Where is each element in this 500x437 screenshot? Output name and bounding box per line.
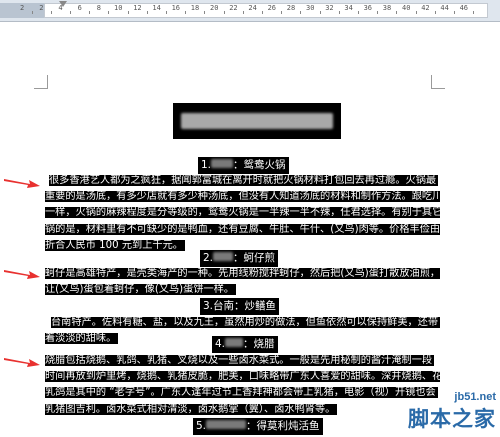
ruler-tick-label: 2 — [39, 4, 44, 12]
ruler-tick-mark — [223, 11, 225, 14]
ruler-tick-label: 38 — [382, 4, 392, 12]
ruler-tick-label: 28 — [286, 4, 296, 12]
paragraph-4[interactable]: 烧腊包括烧鹅、乳鸽、乳猪、叉烧以及一些卤水菜式。一般是先用秘制的酱汁淹制一段 时… — [45, 353, 440, 418]
ruler-tick-label: 32 — [325, 4, 334, 12]
ruler-tick-mark — [242, 11, 244, 14]
ruler-tick-label: 34 — [344, 4, 353, 12]
paragraph-2[interactable]: 蚵仔是高雄特产，是壳类海产的一种。先用线粉搅拌蚵仔，然后把(又鸟)蛋打散放油煎，… — [45, 266, 440, 298]
ruler-tick-mark — [127, 11, 129, 14]
ruler-tick-label: 18 — [190, 4, 200, 12]
horizontal-ruler[interactable]: 2 2 4 6 8 10 12 14 16 18 20 22 24 26 28 30 32 34 36 38 40 42 4… — [0, 0, 500, 22]
ruler-tick-mark — [434, 11, 436, 14]
ruler-tick-mark — [89, 11, 91, 14]
blurred-text — [225, 338, 244, 347]
watermark-name: 脚本之家 — [408, 407, 496, 431]
blurred-title-text — [181, 113, 333, 129]
ruler-tick-label: 36 — [363, 4, 373, 12]
paragraph-line: 烧腊包括烧鹅、乳鸽、乳猪、叉烧以及一些卤水菜式。一般是先用秘制的酱汁淹制一段 — [45, 355, 435, 366]
blurred-text — [213, 252, 234, 261]
ruler-tick-mark — [281, 11, 283, 14]
ruler-tick-mark — [319, 11, 321, 14]
paragraph-line: 一样，火锅的麻辣程度是分等级的，鸳鸯火锅是一半辣一半不辣，任君选择。有别于其它火 — [45, 207, 440, 219]
paragraph-line: 很多香港艺人都为之疯狂，据闻郭富城在离开时就把火锅材料打包回去再过瘾。火锅最 — [49, 175, 439, 186]
ruler-tick-label: 40 — [402, 4, 411, 12]
paragraph-line: 重要的是汤底，有多少店就有多少种汤底，但没有人知道汤底的材料和制作方法。跟吃川菜 — [45, 191, 440, 203]
ruler-tick-mark — [377, 11, 379, 14]
section-heading-4[interactable]: 4. ：烧腊 — [212, 336, 278, 353]
section-heading-3[interactable]: 3.台南：炒鳝鱼 — [200, 298, 280, 315]
ruler-tick-label: 14 — [152, 4, 161, 12]
blurred-text — [211, 159, 234, 168]
ruler-tick-mark — [50, 11, 52, 14]
ruler-tick-mark — [396, 11, 398, 14]
ruler-tick-label: 8 — [96, 4, 102, 12]
ruler-tick-label: 42 — [421, 4, 430, 12]
ruler-tick-label: 44 — [440, 4, 449, 12]
ruler-tick-mark — [338, 11, 340, 14]
section-heading-5[interactable]: 5. ：得莫利炖活鱼 — [193, 418, 323, 435]
ruler-tick-label: 16 — [171, 4, 181, 12]
margin-corner-top-left — [34, 75, 48, 89]
paragraph-1[interactable]: 很多香港艺人都为之疯狂，据闻郭富城在离开时就把火锅材料打包回去再过瘾。火锅最 重… — [45, 173, 440, 254]
ruler-tick-mark — [146, 11, 148, 14]
ruler-tick-label: 24 — [248, 4, 257, 12]
red-arrow-icon — [2, 174, 42, 188]
ruler-tick-mark — [262, 11, 263, 14]
document-title[interactable] — [173, 103, 341, 139]
paragraph-line: 台南特产。佐料有糖、盐，以及九王，虽然用炒的做法，但鱼依然可以保持鲜美，还带 — [51, 317, 440, 328]
ruler-tick-label: 30 — [306, 4, 315, 12]
blurred-text — [206, 420, 247, 429]
ruler-tick-mark — [204, 11, 206, 14]
watermark-url: jb51.net — [454, 391, 496, 403]
document-page[interactable]: 1. ：鸳鸯火锅 很多香港艺人都为之疯狂，据闻郭富城在离开时就把火锅材料打包回去再… — [0, 23, 500, 437]
paragraph-line: 时间再放到炉里烤，烧鹅、乳猪皮脆，肥美，口味略带广东人喜爱的甜味。深井烧鹅、花田 — [45, 371, 440, 383]
ruler-tick-mark — [31, 11, 33, 14]
paragraph-line: 乳鸽是其中的 “老字号”。广东人逢年过节上香拜神都会带上乳猪，电影（视）开镜也会 — [45, 387, 438, 399]
red-arrow-icon — [2, 265, 42, 279]
ruler-tick-mark — [70, 11, 71, 14]
margin-corner-top-right — [431, 75, 445, 89]
ruler-tick-mark — [185, 11, 187, 14]
ruler-tick-label: 22 — [229, 4, 238, 12]
red-arrow-icon — [2, 353, 42, 367]
paragraph-line: 锅的是，材料里有不可缺少的是鸭血，还有豆腐、牛肚、牛什、(又鸟)肉等。价格丰俭由… — [45, 223, 440, 235]
section-heading-1[interactable]: 1. ：鸳鸯火锅 — [198, 157, 289, 174]
ruler-tick-mark — [415, 11, 417, 14]
ruler-tick-label: 12 — [133, 4, 142, 12]
paragraph-line: 折合人民币 100 元到上千元。 — [45, 239, 185, 251]
ruler-tick-mark — [166, 11, 167, 14]
ruler-tick-mark — [358, 11, 359, 14]
ruler-tick-label: 46 — [459, 4, 469, 12]
watermark: jb51.net 脚本之家 — [408, 391, 496, 433]
ruler-tick-mark — [108, 11, 110, 14]
paragraph-line: 着淡淡的甜味。 — [45, 333, 119, 345]
paragraph-line: 乳猪图吉利。卤水菜式相对清淡，卤水鹅掌（翼）、卤水鸭肾等。 — [45, 403, 338, 415]
ruler-tick-label: 6 — [77, 4, 82, 12]
ruler-tick-mark — [300, 11, 302, 14]
section-heading-2[interactable]: 2. ：蚵仔煎 — [200, 250, 279, 267]
paragraph-line: 蚵仔是高雄特产，是壳类海产的一种。先用线粉搅拌蚵仔，然后把(又鸟)蛋打散放油煎， — [45, 268, 440, 279]
ruler-tick-label: 2 — [20, 4, 25, 12]
ruler-tick-mark — [454, 11, 455, 14]
ruler-tick-label: 10 — [114, 4, 123, 12]
ruler-tick-mark — [473, 11, 475, 14]
ruler-tick-label: 20 — [210, 4, 219, 12]
ruler-tick-label: 26 — [267, 4, 277, 12]
paragraph-line: 让(又鸟)蛋包着蚵仔，像(又鸟)蛋饼一样。 — [45, 284, 237, 296]
ruler-tick-label: 4 — [58, 4, 63, 12]
